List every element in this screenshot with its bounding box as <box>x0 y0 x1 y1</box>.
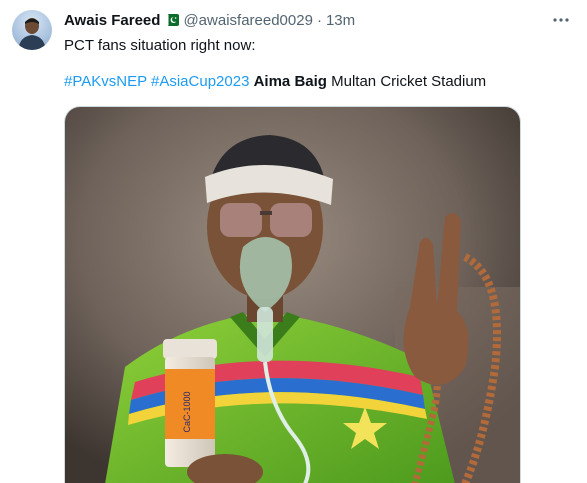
author-handle[interactable]: @awaisfareed0029 <box>183 12 312 29</box>
tweet-media-photo[interactable]: CaC-1000 <box>64 106 521 483</box>
author-name[interactable]: Awais Fareed <box>64 12 160 29</box>
tweet-card[interactable]: Awais Fareed @awaisfareed0029 · 13m PCT … <box>0 0 587 483</box>
location-text: Multan Cricket Stadium <box>331 73 487 90</box>
bottle-label: CaC-1000 <box>182 391 192 432</box>
more-horizontal-icon[interactable] <box>549 8 573 32</box>
author-avatar[interactable] <box>12 10 52 50</box>
bold-name-text: Aima Baig <box>253 73 327 90</box>
hashtag-link[interactable]: #PAKvsNEP <box>64 73 147 90</box>
tweet-header: Awais Fareed @awaisfareed0029 · 13m <box>64 10 355 30</box>
separator-dot: · <box>316 11 322 29</box>
pakistan-flag-icon <box>165 13 180 27</box>
tweet-timestamp[interactable]: 13m <box>326 12 355 29</box>
hashtag-link[interactable]: #AsiaCup2023 <box>151 73 249 90</box>
tweet-text-line1: PCT fans situation right now: <box>64 37 256 54</box>
tweet-text-line2: #PAKvsNEP #AsiaCup2023 Aima Baig Multan … <box>64 72 486 92</box>
